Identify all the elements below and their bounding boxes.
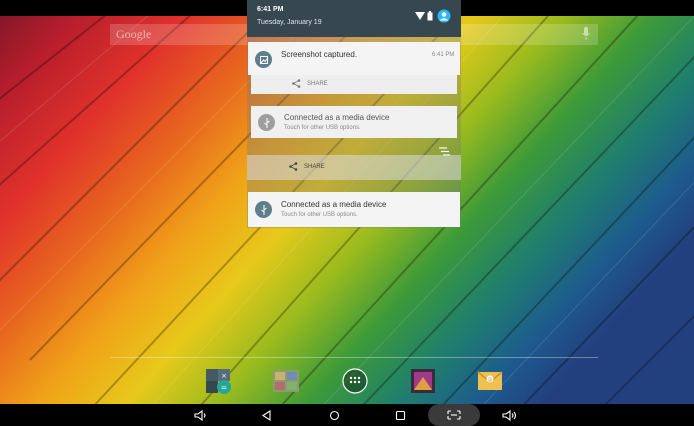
battery-icon (427, 11, 433, 21)
back-button[interactable] (254, 404, 278, 426)
notification-time: 6:41 PM (432, 52, 455, 58)
recents-button[interactable] (388, 404, 412, 426)
volume-down-button[interactable] (188, 404, 212, 426)
volume-down-icon (193, 409, 206, 421)
all-apps-icon[interactable] (341, 367, 369, 395)
usb-icon (255, 201, 272, 218)
notification-title: Screenshot captured. (281, 50, 358, 59)
notification-title: Connected as a media device (284, 113, 390, 122)
home-button[interactable] (322, 404, 346, 426)
notification-usb-stacked[interactable]: Connected as a media device Touch for ot… (251, 106, 457, 138)
notification-subtitle: Touch for other USB options. (281, 212, 358, 218)
image-icon (255, 51, 272, 68)
share-icon (292, 79, 301, 88)
usb-icon (258, 114, 275, 131)
svg-text:@: @ (488, 377, 493, 383)
google-search-label: Google (116, 27, 152, 41)
header-date: Tuesday, January 19 (257, 19, 322, 26)
home-screen: Google = × @ 6:41 PM Tuesday, January 19… (0, 0, 694, 426)
share-button[interactable]: SHARE (292, 79, 328, 88)
back-icon (261, 409, 271, 421)
svg-text:×: × (221, 372, 227, 380)
navigation-bar (0, 404, 694, 426)
notification-title: Connected as a media device (281, 200, 387, 209)
svg-text:=: = (221, 383, 228, 392)
header-time: 6:41 PM (257, 6, 284, 13)
wifi-icon (415, 12, 425, 20)
calculator-icon[interactable]: = × (204, 367, 232, 395)
notification-usb[interactable]: Connected as a media device Touch for ot… (248, 192, 460, 227)
notification-shade: 6:41 PM Tuesday, January 19 Screenshot c… (247, 0, 461, 228)
notification-subtitle: Touch for other USB options. (284, 125, 361, 131)
share-label: SHARE (304, 163, 325, 170)
share-icon (289, 162, 298, 171)
share-label: SHARE (307, 80, 328, 87)
recents-icon (395, 410, 405, 420)
home-icon (329, 410, 339, 420)
share-action-row-2: SHARE (247, 155, 461, 180)
notification-header[interactable]: 6:41 PM Tuesday, January 19 (247, 0, 461, 37)
dock-divider (110, 357, 598, 358)
email-icon[interactable]: @ (476, 367, 504, 395)
user-avatar-icon[interactable] (437, 9, 451, 23)
notification-screenshot[interactable]: Screenshot captured. 6:41 PM (248, 42, 460, 75)
share-action-row: SHARE (251, 75, 457, 94)
screenshot-button[interactable] (428, 404, 480, 426)
volume-up-button[interactable] (498, 404, 522, 426)
volume-up-icon (502, 409, 517, 421)
photo-icon[interactable] (409, 367, 437, 395)
screenshot-icon (447, 410, 461, 420)
microphone-icon[interactable] (582, 27, 590, 40)
gallery-icon[interactable] (272, 367, 300, 395)
share-button[interactable]: SHARE (289, 162, 325, 171)
